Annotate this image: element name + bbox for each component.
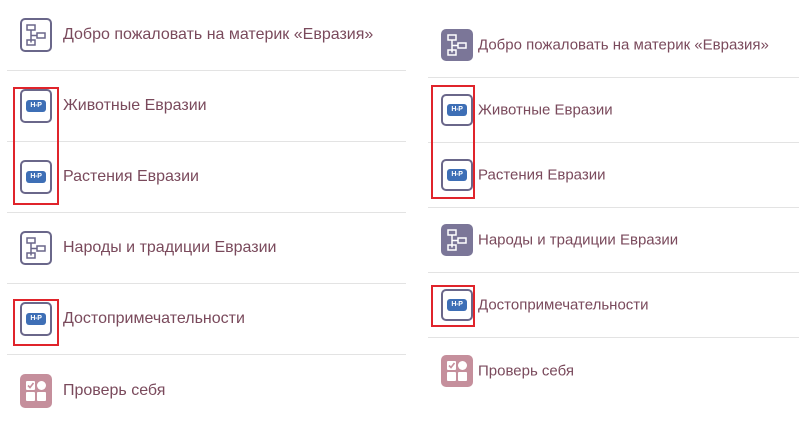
list-item[interactable]: Н-Р Животные Евразии [7,71,406,142]
list-item[interactable]: Добро пожаловать на материк «Евразия» [428,13,799,78]
flowchart-icon [20,231,52,265]
list-item[interactable]: Н-Р Растения Евразии [7,142,406,213]
highlight-box [431,285,475,327]
list-item[interactable]: Н-Р Животные Евразии [428,78,799,143]
quiz-icon [20,373,52,408]
item-label: Народы и традиции Евразии [478,231,679,249]
item-label: Проверь себя [63,381,166,399]
flowchart-filled-icon [441,29,473,61]
item-label: Растения Евразии [478,166,606,184]
highlight-box [431,85,475,199]
list-item[interactable]: Н-Р Достопримечательности [7,284,406,355]
item-label: Народы и традиции Евразии [63,239,277,256]
highlight-box [13,299,59,346]
item-label: Растения Евразии [63,168,199,185]
item-label: Добро пожаловать на материк «Евразия» [478,36,769,54]
list-item[interactable]: Проверь себя [428,338,799,403]
list-item[interactable]: Народы и традиции Евразии [428,208,799,273]
flowchart-filled-icon [441,224,473,256]
quiz-icon [441,354,473,387]
item-label: Животные Евразии [478,101,613,119]
list-item[interactable]: Н-Р Растения Евразии [428,143,799,208]
item-label: Достопримечательности [478,296,649,314]
flowchart-icon [20,18,52,52]
left-lesson-list: Добро пожаловать на материк «Евразия» Н-… [7,0,406,426]
list-item[interactable]: Н-Р Достопримечательности [428,273,799,338]
item-label: Проверь себя [478,362,574,379]
list-item[interactable]: Народы и традиции Евразии [7,213,406,284]
right-lesson-list: Добро пожаловать на материк «Евразия» Н-… [428,13,799,403]
list-item[interactable]: Проверь себя [7,355,406,426]
list-item[interactable]: Добро пожаловать на материк «Евразия» [7,0,406,71]
item-label: Достопримечательности [63,310,245,327]
item-label: Животные Евразии [63,97,207,114]
item-label: Добро пожаловать на материк «Евразия» [63,26,374,43]
highlight-box [13,87,59,205]
